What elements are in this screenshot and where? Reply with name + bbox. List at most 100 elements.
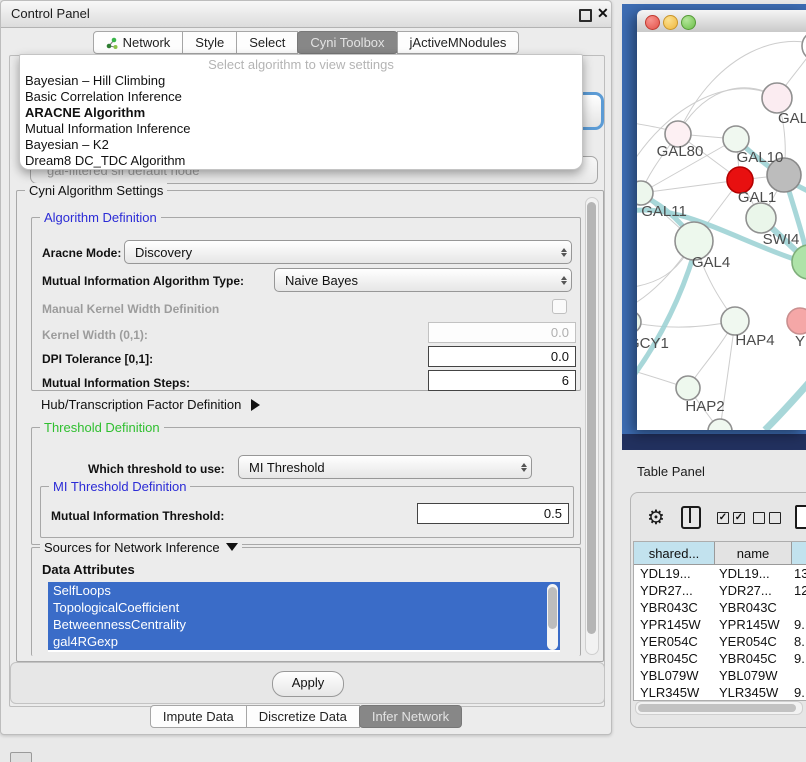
- manual-kernel-checkbox[interactable]: [552, 299, 567, 314]
- algorithm-option-bayesian-hill-climbing[interactable]: Bayesian – Hill Climbing: [20, 73, 582, 89]
- attribute-item-betweennesscentrality[interactable]: BetweennessCentrality: [48, 616, 560, 633]
- settings-scrollbar-thumb[interactable]: [587, 202, 596, 634]
- column-header-a[interactable]: A: [792, 542, 806, 565]
- mi-threshold-field[interactable]: 0.5: [417, 503, 569, 524]
- column-header-name[interactable]: name: [715, 542, 792, 565]
- hub-definition-expander[interactable]: Hub/Transcription Factor Definition: [41, 397, 260, 412]
- tab-select[interactable]: Select: [236, 31, 298, 54]
- tab-impute-data[interactable]: Impute Data: [150, 705, 247, 728]
- table-panel-title: Table Panel: [637, 464, 705, 479]
- algorithm-option-aracne-algorithm[interactable]: ARACNE Algorithm: [20, 105, 582, 121]
- table-row[interactable]: YBR045CYBR045C9.: [634, 650, 806, 667]
- network-node[interactable]: [708, 419, 732, 430]
- threshold-definition-group: Threshold Definition Which threshold to …: [31, 427, 581, 545]
- sources-group: Sources for Network Inference Data Attri…: [31, 547, 581, 656]
- node-label-swi4: SWI4: [763, 231, 800, 248]
- mi-threshold-definition-group: MI Threshold Definition Mutual Informati…: [40, 486, 574, 538]
- table-panel-window: ⚙ ✓ ✓ shared...nameA YDL19...YDL19...13Y…: [630, 492, 806, 728]
- control-panel-title: Control Panel: [11, 6, 90, 21]
- algorithm-option-bayesian-k2[interactable]: Bayesian – K2: [20, 137, 582, 153]
- network-node-gal[interactable]: [762, 83, 792, 113]
- sources-legend[interactable]: Sources for Network Inference: [40, 540, 242, 555]
- tab-label: jActiveMNodules: [410, 35, 507, 50]
- manual-kernel-label: Manual Kernel Width Definition: [42, 302, 219, 316]
- tab-infer-network[interactable]: Infer Network: [359, 705, 462, 728]
- gear-icon[interactable]: ⚙: [647, 505, 665, 530]
- mi-steps-field[interactable]: 6: [428, 370, 576, 391]
- apply-button[interactable]: Apply: [272, 671, 344, 697]
- node-label-hap2: HAP2: [685, 398, 724, 415]
- algorithm-option-basic-correlation-inference[interactable]: Basic Correlation Inference: [20, 89, 582, 105]
- table-cell: YBR045C: [634, 650, 713, 667]
- table-row[interactable]: YPR145WYPR145W9.: [634, 616, 806, 633]
- node-table[interactable]: shared...nameA YDL19...YDL19...13YDR27..…: [633, 541, 806, 701]
- attributes-scrollbar-thumb[interactable]: [548, 587, 557, 629]
- algorithm-option-dream8-dc-tdc-algorithm[interactable]: Dream8 DC_TDC Algorithm: [20, 153, 582, 169]
- table-row[interactable]: YBL079WYBL079W: [634, 667, 806, 684]
- unchecked-box-icon[interactable]: [753, 512, 765, 524]
- network-node-swi4[interactable]: [746, 203, 776, 233]
- cyni-settings-legend: Cyni Algorithm Settings: [25, 183, 167, 198]
- network-node-gcy1[interactable]: [637, 311, 641, 333]
- network-node-y[interactable]: [787, 308, 806, 334]
- float-panel-icon[interactable]: [579, 9, 592, 22]
- table-scrollbar-thumb[interactable]: [638, 704, 796, 712]
- columns-icon[interactable]: [681, 506, 701, 529]
- attribute-item-topologicalcoefficient[interactable]: TopologicalCoefficient: [48, 599, 560, 616]
- network-node-hap2[interactable]: [676, 376, 700, 400]
- table-cell: [788, 599, 806, 616]
- checked-box-icon[interactable]: ✓: [717, 512, 729, 524]
- aracne-mode-combo[interactable]: Discovery: [124, 240, 572, 264]
- node-label-hap4: HAP4: [735, 332, 774, 349]
- attributes-scrollbar[interactable]: [547, 584, 558, 650]
- control-panel-window: Control Panel ✕ NetworkStyleSelectCyni T…: [0, 0, 612, 735]
- kernel-width-field[interactable]: 0.0: [428, 322, 576, 343]
- table-row[interactable]: YLR345WYLR345W9.: [634, 684, 806, 701]
- checked-box-icon[interactable]: ✓: [733, 512, 745, 524]
- kernel-width-label: Kernel Width (0,1):: [42, 328, 148, 342]
- attribute-item-selfloops[interactable]: SelfLoops: [48, 582, 560, 599]
- algorithm-option-mutual-information-inference[interactable]: Mutual Information Inference: [20, 121, 582, 137]
- network-node-hap4[interactable]: [721, 307, 749, 335]
- close-icon[interactable]: ✕: [597, 5, 609, 22]
- network-view-window: GALGAL80GAL10GAL1GAL11SWI4GAL4GCY1HAP4YH…: [637, 10, 806, 430]
- stepper-icon: [557, 276, 571, 285]
- network-node[interactable]: [802, 32, 806, 61]
- mi-algorithm-type-value: Naive Bayes: [275, 273, 557, 288]
- unchecked-box-icon[interactable]: [769, 512, 781, 524]
- table-cell: YBR043C: [634, 599, 713, 616]
- stepper-icon: [517, 463, 531, 472]
- data-attributes-list[interactable]: SelfLoopsTopologicalCoefficientBetweenne…: [48, 582, 560, 652]
- table-cell: YLR345W: [713, 684, 788, 701]
- column-header-shared[interactable]: shared...: [634, 542, 715, 565]
- network-canvas[interactable]: GALGAL80GAL10GAL1GAL11SWI4GAL4GCY1HAP4YH…: [637, 32, 806, 430]
- file-icon[interactable]: [795, 505, 806, 529]
- table-horizontal-scrollbar[interactable]: [635, 701, 803, 715]
- close-traffic-light-icon[interactable]: [645, 15, 660, 30]
- zoom-traffic-light-icon[interactable]: [681, 15, 696, 30]
- mi-algorithm-type-label: Mutual Information Algorithm Type:: [42, 274, 244, 288]
- tab-label: Impute Data: [163, 709, 234, 724]
- stepper-icon: [557, 248, 571, 257]
- which-threshold-combo[interactable]: MI Threshold: [238, 455, 532, 479]
- network-node-gal11[interactable]: [637, 181, 653, 205]
- threshold-definition-legend: Threshold Definition: [40, 420, 164, 435]
- table-row[interactable]: YDL19...YDL19...13: [634, 565, 806, 582]
- table-row[interactable]: YBR043CYBR043C: [634, 599, 806, 616]
- table-rows: YDL19...YDL19...13YDR27...YDR27...12YBR0…: [634, 565, 806, 701]
- minimize-traffic-light-icon[interactable]: [663, 15, 678, 30]
- dpi-tolerance-field[interactable]: 0.0: [428, 346, 576, 367]
- tab-style[interactable]: Style: [182, 31, 237, 54]
- table-cell: YDR27...: [634, 582, 713, 599]
- settings-scrollbar[interactable]: [585, 197, 599, 655]
- table-row[interactable]: YDR27...YDR27...12: [634, 582, 806, 599]
- tab-cyni-toolbox[interactable]: Cyni Toolbox: [297, 31, 397, 54]
- tab-jactivemnodules[interactable]: jActiveMNodules: [397, 31, 520, 54]
- attribute-item-gal4rgexp[interactable]: gal4RGexp: [48, 633, 560, 650]
- table-row[interactable]: YER054CYER054C8.: [634, 633, 806, 650]
- minimized-panel-button[interactable]: [10, 752, 32, 762]
- cyni-algorithm-settings-group: Cyni Algorithm Settings Algorithm Defini…: [16, 190, 604, 662]
- tab-discretize-data[interactable]: Discretize Data: [246, 705, 360, 728]
- tab-network[interactable]: Network: [93, 31, 184, 54]
- mi-algorithm-type-combo[interactable]: Naive Bayes: [274, 268, 572, 292]
